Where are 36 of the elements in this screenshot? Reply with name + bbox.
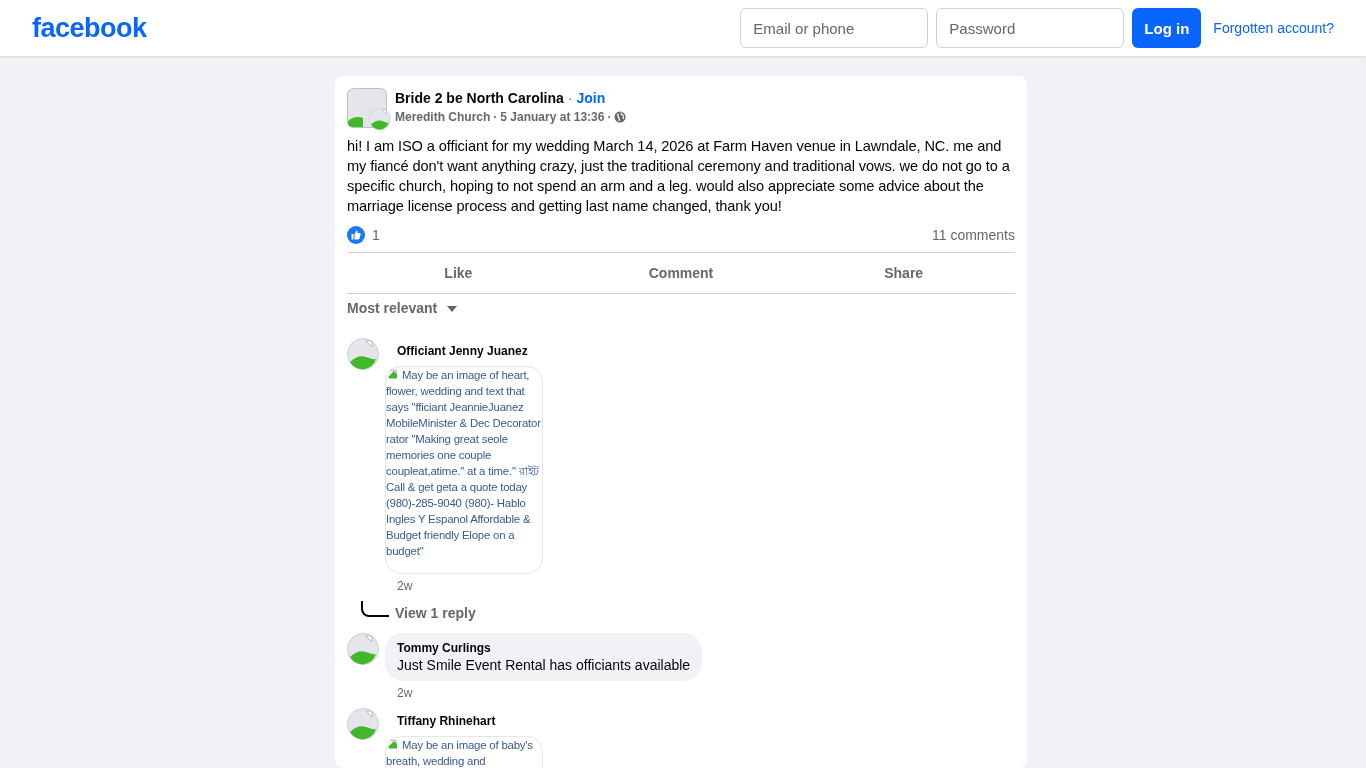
like-reaction-icon [347,226,365,244]
password-field[interactable]: Password [936,8,1125,48]
commenter-name[interactable]: Tiffany Rhinehart [385,708,508,736]
commenter-avatar [347,708,379,740]
commenter-avatar [347,633,379,665]
commenter-name[interactable]: Officiant Jenny Juanez [385,338,540,366]
separator-dot: · [567,90,573,106]
author-name[interactable]: Meredith Church [395,110,491,124]
like-count: 1 [372,227,380,243]
action-button[interactable]: Share [792,253,1015,293]
author-avatar [369,108,391,130]
view-replies-link[interactable]: View 1 reply [395,605,476,621]
image-alt-text[interactable]: May be an image of heart, flower, wedding and text that says "fficiant JeannieJuanez MobileMinister & Dec Decorator rator "Making great seole memories one couple coupleat,atime." at a time." রাইট Call & get geta a quote today (980)-285-9040 (980)- Hablo Ingles Y Espanol Affordable & Budget friendly Elope on a budget" [385,366,543,574]
comment-time[interactable]: 2w [385,574,425,601]
commenter-avatar [347,338,379,370]
reply-connector [361,601,389,617]
facebook-logo[interactable]: facebook [32,12,147,44]
join-link[interactable]: Join [576,90,606,106]
image-alt-text[interactable]: May be an image of baby's breath, wedding and [385,736,543,768]
group-name[interactable]: Bride 2 be North Carolina [395,90,564,106]
comment-text: Just Smile Event Rental has officiants available [397,657,691,673]
login-button[interactable]: Log in [1132,8,1202,48]
commenter-name[interactable]: Tommy Curlings [397,641,691,655]
action-button[interactable]: Comment [569,253,793,293]
forgotten-account-link[interactable]: Forgotten account? [1213,20,1334,36]
comment-count[interactable]: 11 comments [932,227,1015,243]
post-time[interactable]: 5 January at 13:36 [500,110,605,124]
caret-icon [447,306,458,312]
comment-time[interactable]: 2w [385,681,425,708]
separator-dot: · [493,110,498,124]
action-button[interactable]: Like [347,253,570,293]
email-field[interactable]: Email or phone [740,8,929,48]
post-text: hi! I am ISO a officiant for my wedding March 14, 2026 at Farm Haven venue in Lawndale, NC. me and my fiancé don't want anything crazy, just the traditional ceremony and traditional vows. we do not go to a specific church, hoping to not spend an arm and a leg. would also appreciate some advice about the marriage license process and getting last name changed, thank you! [347,137,1011,216]
sort-dropdown[interactable]: Most relevant [347,294,458,322]
separator-dot: · [607,110,612,124]
globe-icon [614,111,627,123]
